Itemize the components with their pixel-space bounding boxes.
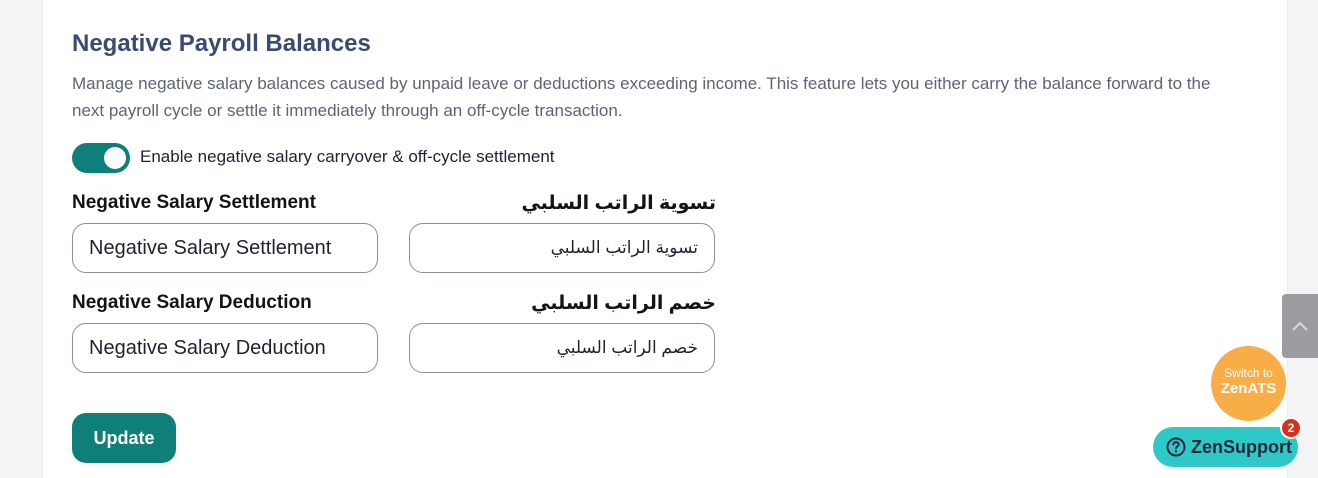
- deduction-label-ar: خصم الراتب السلبي: [531, 293, 716, 314]
- notification-badge: 2: [1280, 417, 1302, 439]
- switch-to-zenats-button[interactable]: Switch to ZenATS: [1211, 346, 1286, 421]
- section-title: Negative Payroll Balances: [72, 30, 371, 57]
- negative-salary-toggle[interactable]: [72, 143, 130, 173]
- update-button[interactable]: Update: [72, 413, 176, 463]
- chevron-up-icon: [1292, 321, 1308, 331]
- deduction-input-en[interactable]: [72, 323, 378, 373]
- deduction-input-ar[interactable]: [409, 323, 715, 373]
- zensupport-label: ZenSupport: [1191, 437, 1292, 457]
- scroll-to-top-button[interactable]: [1282, 294, 1318, 358]
- settlement-label-en: Negative Salary Settlement: [72, 192, 316, 213]
- settlement-input-ar[interactable]: [409, 223, 715, 273]
- switch-big-text: ZenATS: [1220, 380, 1277, 397]
- toggle-label: Enable negative salary carryover & off-c…: [140, 147, 555, 166]
- toggle-knob: [104, 147, 126, 169]
- section-description: Manage negative salary balances caused b…: [72, 74, 1211, 120]
- settlement-label-ar: تسوية الراتب السلبي: [521, 193, 716, 214]
- question-circle-icon: [1166, 437, 1186, 457]
- deduction-label-en: Negative Salary Deduction: [72, 292, 312, 313]
- settlement-input-en[interactable]: [72, 223, 378, 273]
- zensupport-button[interactable]: ZenSupport: [1153, 427, 1298, 467]
- switch-small-text: Switch to: [1224, 366, 1273, 380]
